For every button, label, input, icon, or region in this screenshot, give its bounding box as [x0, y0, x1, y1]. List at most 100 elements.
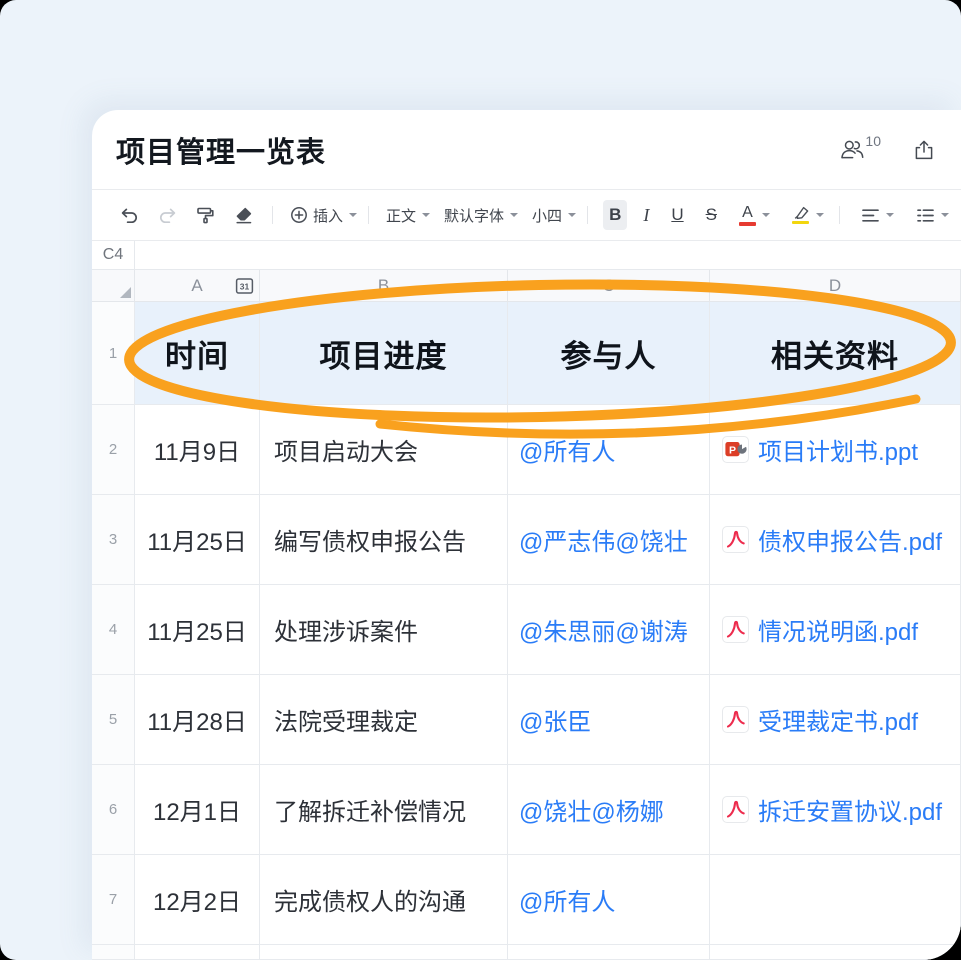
list-icon: [916, 208, 935, 223]
font-size-select[interactable]: 小四: [532, 205, 576, 226]
plus-circle-icon: [290, 206, 308, 224]
app-screen: 项目管理一览表 10: [0, 0, 961, 960]
attachment-link[interactable]: 受理裁定书.pdf: [722, 702, 918, 737]
attachment-link[interactable]: 债权申报公告.pdf: [722, 522, 942, 557]
header-cell-participants[interactable]: 参与人: [508, 302, 710, 405]
font-family-select[interactable]: 默认字体: [444, 205, 518, 226]
cell-task[interactable]: 了解拆迁补偿情况: [260, 765, 508, 855]
strikethrough-button[interactable]: S: [700, 200, 723, 230]
toolbar: 插入 正文 默认字体 小四 B I U S A: [92, 190, 961, 241]
column-header-d[interactable]: D: [710, 270, 961, 302]
undo-button[interactable]: [116, 200, 142, 230]
row-number[interactable]: 4: [92, 585, 135, 675]
cell-task[interactable]: 项目启动大会: [260, 405, 508, 495]
cell-date[interactable]: 11月25日: [135, 585, 260, 675]
cell-date[interactable]: 12月2日: [135, 855, 260, 945]
attachment-link[interactable]: 情况说明函.pdf: [722, 612, 918, 647]
row-number[interactable]: 5: [92, 675, 135, 765]
mention-link[interactable]: @饶壮@杨娜: [519, 792, 664, 827]
cell-task[interactable]: 编写债权申报公告: [260, 495, 508, 585]
cell-participants[interactable]: @所有人: [508, 855, 710, 945]
row-number[interactable]: 7: [92, 855, 135, 945]
attachment-link[interactable]: P 项目计划书.ppt: [722, 432, 918, 467]
svg-text:P: P: [729, 444, 736, 456]
cell-attachment[interactable]: P 项目计划书.ppt: [710, 405, 961, 495]
mention-link[interactable]: @所有人: [519, 882, 615, 917]
cell-attachment[interactable]: 情况说明函.pdf: [710, 585, 961, 675]
mention-link[interactable]: @所有人: [519, 432, 615, 467]
format-painter-icon: [196, 206, 215, 225]
chevron-down-icon: [568, 213, 576, 221]
chevron-down-icon: [886, 213, 894, 221]
font-size-value: 小四: [532, 205, 562, 226]
page-title: 项目管理一览表: [116, 129, 326, 171]
cell-task[interactable]: [260, 945, 508, 960]
cell-participants[interactable]: [508, 945, 710, 960]
task-text: 处理涉诉案件: [274, 612, 418, 647]
column-header-b[interactable]: B: [260, 270, 508, 302]
cell-date[interactable]: 11月9日: [135, 405, 260, 495]
document-card: 项目管理一览表 10: [92, 110, 961, 960]
column-header-a[interactable]: A 31: [135, 270, 260, 302]
highlight-color-button[interactable]: [786, 200, 830, 230]
cell-participants[interactable]: @张臣: [508, 675, 710, 765]
partial-row: [92, 945, 961, 960]
attachment-link[interactable]: 拆迁安置协议.pdf: [722, 792, 942, 827]
cell-task[interactable]: 法院受理裁定: [260, 675, 508, 765]
date-text: 11月25日: [147, 612, 247, 647]
insert-button[interactable]: 插入: [290, 205, 357, 226]
header-cell-materials[interactable]: 相关资料: [710, 302, 961, 405]
row-number[interactable]: 1: [92, 302, 135, 405]
chevron-down-icon: [422, 213, 430, 221]
formula-bar: C4: [92, 241, 961, 270]
cell-task[interactable]: 处理涉诉案件: [260, 585, 508, 675]
cell-date[interactable]: 11月28日: [135, 675, 260, 765]
task-text: 法院受理裁定: [274, 702, 418, 737]
column-header-c[interactable]: C: [508, 270, 710, 302]
cell-date[interactable]: [135, 945, 260, 960]
align-select[interactable]: [855, 200, 900, 230]
header-cell-progress[interactable]: 项目进度: [260, 302, 508, 405]
cell-reference[interactable]: C4: [92, 241, 135, 269]
font-color-button[interactable]: A: [733, 200, 776, 230]
cell-participants[interactable]: @朱思丽@谢涛: [508, 585, 710, 675]
cell-attachment[interactable]: 债权申报公告.pdf: [710, 495, 961, 585]
row-number[interactable]: [92, 945, 135, 960]
cell-attachment[interactable]: 拆迁安置协议.pdf: [710, 765, 961, 855]
italic-button[interactable]: I: [637, 200, 655, 230]
cell-attachment[interactable]: [710, 855, 961, 945]
collaborators-button[interactable]: 10: [840, 139, 881, 160]
list-select[interactable]: [910, 200, 955, 230]
table-row: 6 12月1日 了解拆迁补偿情况 @饶壮@杨娜 拆迁安置协议.pdf: [92, 765, 961, 855]
cell-participants[interactable]: @所有人: [508, 405, 710, 495]
chevron-down-icon: [762, 213, 770, 221]
row-number[interactable]: 2: [92, 405, 135, 495]
eraser-button[interactable]: [230, 200, 256, 230]
row-number[interactable]: 6: [92, 765, 135, 855]
paragraph-style-select[interactable]: 正文: [386, 205, 430, 226]
cell-date[interactable]: 12月1日: [135, 765, 260, 855]
cell-attachment[interactable]: [710, 945, 961, 960]
pdf-file-icon: [722, 616, 749, 643]
redo-button[interactable]: [154, 200, 180, 230]
table-row: 4 11月25日 处理涉诉案件 @朱思丽@谢涛 情况说明函.pdf: [92, 585, 961, 675]
cell-participants[interactable]: @严志伟@饶壮: [508, 495, 710, 585]
row-number[interactable]: 3: [92, 495, 135, 585]
cell-date[interactable]: 11月25日: [135, 495, 260, 585]
header-cell-time[interactable]: 时间: [135, 302, 260, 405]
file-name: 债权申报公告.pdf: [758, 522, 942, 557]
calendar-31-icon: 31: [235, 277, 254, 295]
mention-link[interactable]: @张臣: [519, 702, 591, 737]
column-headers: A 31 B C D: [92, 270, 961, 302]
bold-button[interactable]: B: [603, 200, 627, 230]
share-button[interactable]: [913, 139, 935, 161]
cell-attachment[interactable]: 受理裁定书.pdf: [710, 675, 961, 765]
cell-task[interactable]: 完成债权人的沟通: [260, 855, 508, 945]
cell-participants[interactable]: @饶壮@杨娜: [508, 765, 710, 855]
underline-button[interactable]: U: [665, 200, 689, 230]
formula-input[interactable]: [135, 241, 961, 269]
format-painter-button[interactable]: [192, 200, 218, 230]
mention-link[interactable]: @严志伟@饶壮: [519, 522, 688, 557]
mention-link[interactable]: @朱思丽@谢涛: [519, 612, 688, 647]
select-all-corner[interactable]: [92, 270, 135, 302]
